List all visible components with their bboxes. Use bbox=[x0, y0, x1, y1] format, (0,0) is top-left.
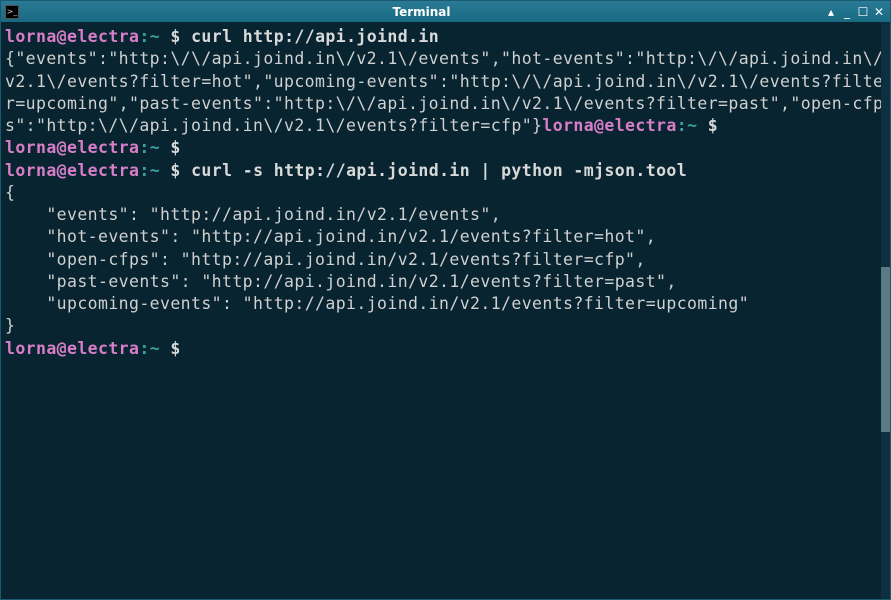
terminal-content[interactable]: lorna@electra:~ $ curl http://api.joind.… bbox=[1, 22, 890, 599]
prompt-symbol: $ bbox=[697, 116, 728, 135]
rollup-button[interactable]: ▴ bbox=[824, 5, 838, 19]
prompt-at: @ bbox=[594, 116, 604, 135]
prompt-sep: : bbox=[139, 339, 149, 358]
prompt-user: lorna bbox=[5, 161, 57, 180]
close-button[interactable]: ✕ bbox=[872, 5, 886, 19]
prompt-host: electra bbox=[67, 138, 139, 157]
minimize-button[interactable]: _ bbox=[840, 5, 854, 19]
output-2-close: } bbox=[5, 316, 15, 335]
titlebar[interactable]: >_ Terminal ▴ _ ☐ ✕ bbox=[1, 1, 890, 22]
titlebar-left: >_ bbox=[5, 5, 19, 19]
prompt-user: lorna bbox=[542, 116, 594, 135]
prompt-at: @ bbox=[57, 138, 67, 157]
prompt-at: @ bbox=[57, 27, 67, 46]
prompt-host: electra bbox=[604, 116, 676, 135]
prompt-path: ~ bbox=[150, 138, 160, 157]
output-2-l2: "hot-events": "http://api.joind.in/v2.1/… bbox=[5, 227, 656, 246]
prompt-symbol: $ bbox=[160, 161, 191, 180]
prompt-host: electra bbox=[67, 339, 139, 358]
prompt-host: electra bbox=[67, 161, 139, 180]
prompt-user: lorna bbox=[5, 339, 57, 358]
prompt-path: ~ bbox=[150, 27, 160, 46]
prompt-user: lorna bbox=[5, 27, 57, 46]
prompt-symbol: $ bbox=[160, 138, 191, 157]
prompt-user: lorna bbox=[5, 138, 57, 157]
command-1: curl http://api.joind.in bbox=[191, 27, 439, 46]
prompt-path: ~ bbox=[150, 339, 160, 358]
prompt-sep: : bbox=[139, 161, 149, 180]
scrollbar[interactable] bbox=[881, 22, 890, 599]
prompt-sep: : bbox=[139, 138, 149, 157]
output-1: {"events":"http:\/\/api.joind.in\/v2.1\/… bbox=[5, 49, 883, 135]
prompt-symbol: $ bbox=[160, 339, 191, 358]
prompt-symbol: $ bbox=[160, 27, 191, 46]
maximize-button[interactable]: ☐ bbox=[856, 5, 870, 19]
terminal-icon: >_ bbox=[5, 5, 19, 19]
prompt-path: ~ bbox=[150, 161, 160, 180]
output-2-l3: "open-cfps": "http://api.joind.in/v2.1/e… bbox=[5, 250, 646, 269]
prompt-at: @ bbox=[57, 339, 67, 358]
scroll-thumb[interactable] bbox=[881, 267, 890, 432]
command-2: curl -s http://api.joind.in | python -mj… bbox=[191, 161, 687, 180]
window-controls: ▴ _ ☐ ✕ bbox=[824, 5, 886, 19]
prompt-host: electra bbox=[67, 27, 139, 46]
output-2-l4: "past-events": "http://api.joind.in/v2.1… bbox=[5, 272, 677, 291]
prompt-sep: : bbox=[139, 27, 149, 46]
prompt-sep: : bbox=[677, 116, 687, 135]
prompt-at: @ bbox=[57, 161, 67, 180]
terminal-window: >_ Terminal ▴ _ ☐ ✕ lorna@electra:~ $ cu… bbox=[0, 0, 891, 600]
prompt-path: ~ bbox=[687, 116, 697, 135]
output-2-l5: "upcoming-events": "http://api.joind.in/… bbox=[5, 294, 749, 313]
window-title: Terminal bbox=[19, 5, 824, 19]
output-2-open: { bbox=[5, 183, 15, 202]
output-2-l1: "events": "http://api.joind.in/v2.1/even… bbox=[5, 205, 501, 224]
